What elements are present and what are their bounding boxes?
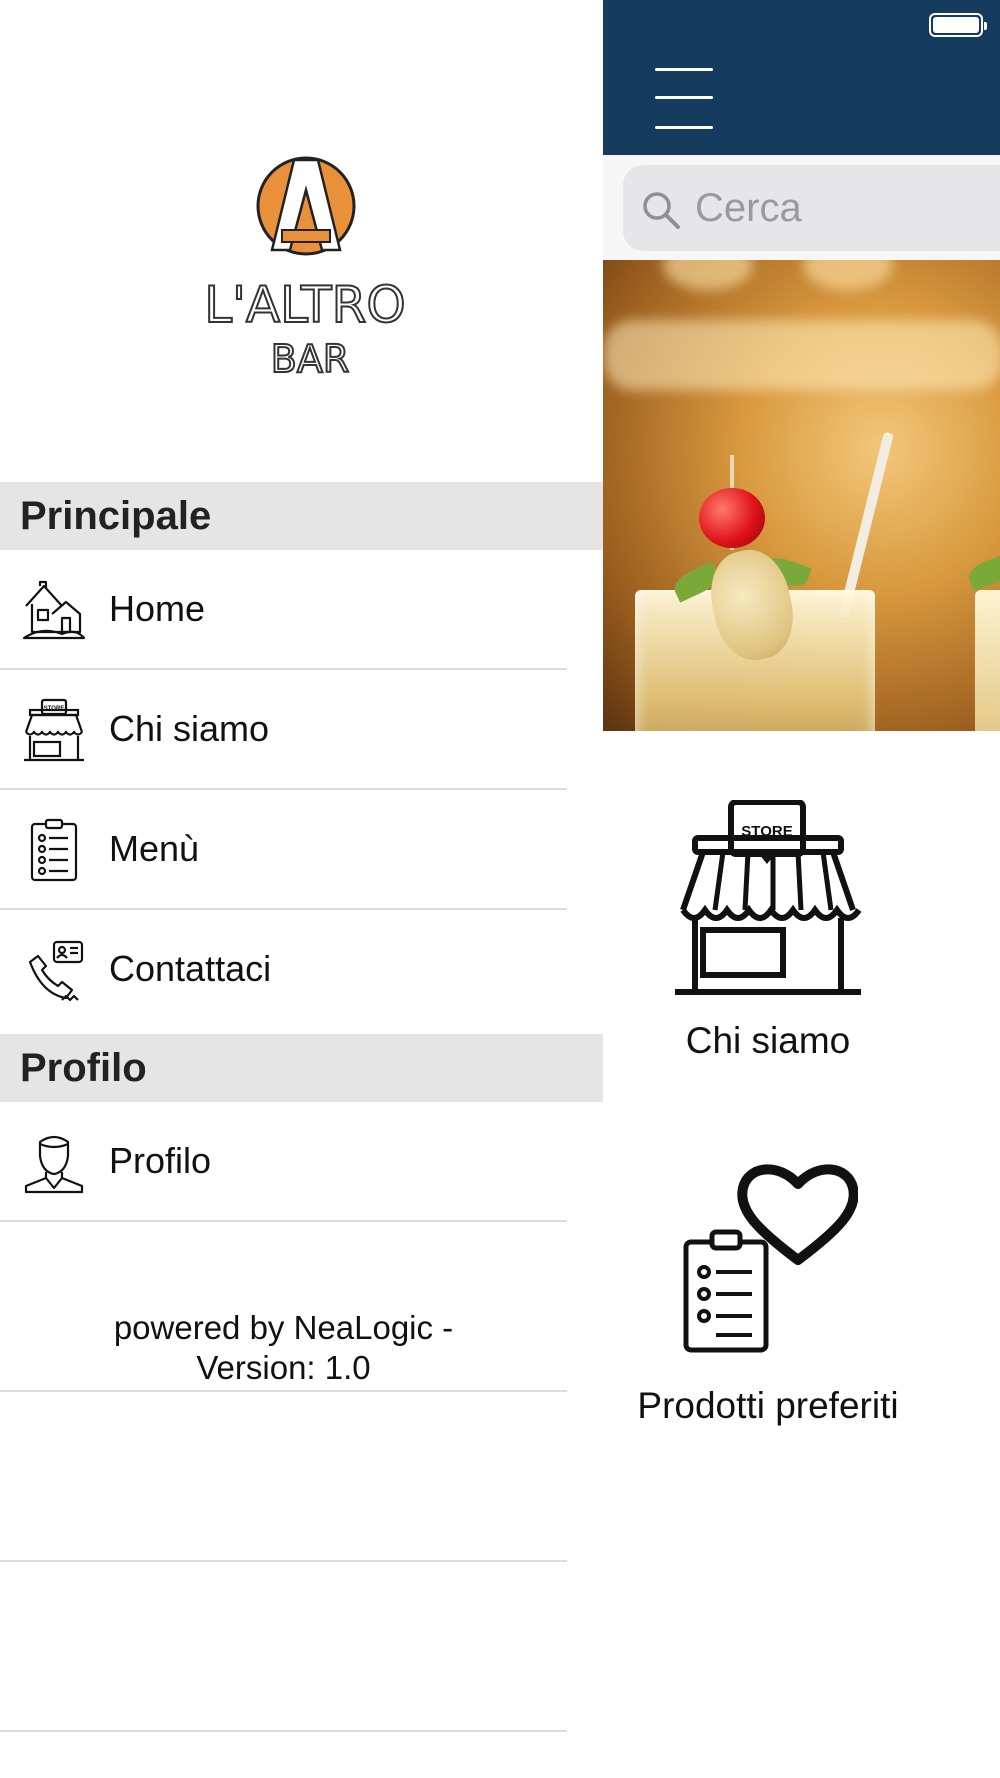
main-content: STORE Chi siamo [603,0,1000,1778]
drawer-item-label: Contattaci [109,948,272,989]
favorite-products-icon [683,1164,858,1353]
tile-chi-siamo[interactable]: STORE Chi siamo [603,790,1000,1090]
tile-label: Prodotti preferiti [637,1385,899,1426]
svg-text:BAR: BAR [271,337,349,380]
section-header-principale: Principale [0,482,603,550]
drawer-item-profilo[interactable]: Profilo [0,1102,567,1222]
tile-label: Chi siamo [685,1020,851,1061]
drawer-item-home[interactable]: Home [0,550,567,670]
drawer-item-label: Menù [109,828,200,869]
clipboard-list-icon [30,818,78,882]
top-navigation-bar [603,0,1000,155]
cocktail-banner-image [603,260,1000,731]
svg-text:L'ALTRO: L'ALTRO [204,276,405,334]
version-text: Version: 1.0 [196,1349,371,1386]
search-field[interactable] [623,165,1000,251]
tile-prodotti-preferiti[interactable]: Prodotti preferiti [603,1160,1000,1440]
drawer-item-contattaci[interactable]: Contattaci [0,910,567,1030]
phone-contact-icon [28,940,84,1002]
drawer-footer: powered by NeaLogic - Version: 1.0 [0,1222,567,1392]
laltro-bar-logo: L'ALTRO BAR [190,150,420,382]
search-icon [643,192,680,229]
drawer-item-menu[interactable]: Menù [0,790,567,910]
battery-icon [929,13,987,37]
search-bar [603,155,1000,260]
hamburger-menu-icon[interactable] [651,68,715,134]
store-icon: STORE [675,800,862,995]
house-icon [22,580,86,640]
side-drawer: L'ALTRO BAR Principale Home STORE Chi si… [0,0,603,1778]
drawer-item-chi-siamo[interactable]: STORE Chi siamo [0,670,567,790]
store-icon: STORE [24,698,84,762]
empty-row [0,1392,567,1562]
svg-text:STORE: STORE [44,706,65,712]
section-header-profilo: Profilo [0,1034,603,1102]
drawer-item-label: Chi siamo [109,708,270,749]
empty-row [0,1562,567,1732]
drawer-item-label: Profilo [109,1140,212,1181]
powered-by-text: powered by NeaLogic - [113,1309,454,1346]
section-title: Principale [20,494,212,538]
drawer-item-label: Home [109,588,206,629]
search-input[interactable] [695,179,995,237]
user-icon [24,1135,84,1194]
section-title: Profilo [20,1046,147,1090]
